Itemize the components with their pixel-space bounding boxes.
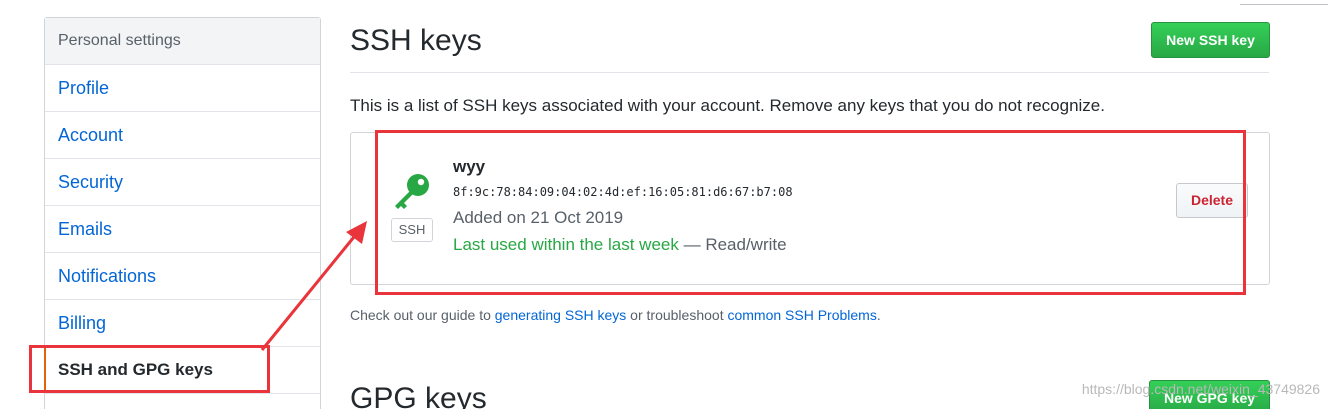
ssh-keys-title: SSH keys bbox=[350, 24, 482, 57]
top-divider bbox=[1240, 4, 1328, 5]
sidebar-item-notifications[interactable]: Notifications bbox=[45, 253, 320, 300]
sidebar-item-account[interactable]: Account bbox=[45, 112, 320, 159]
guide-prefix: Check out our guide to bbox=[350, 307, 495, 323]
common-ssh-problems-link[interactable]: common SSH Problems bbox=[727, 307, 876, 323]
watermark: https://blog.csdn.net/weixin_43749826 bbox=[1081, 381, 1320, 397]
generating-ssh-keys-link[interactable]: generating SSH keys bbox=[495, 307, 627, 323]
guide-suffix: . bbox=[876, 307, 881, 323]
ssh-guide-text: Check out our guide to generating SSH ke… bbox=[350, 307, 881, 323]
ssh-keys-description: This is a list of SSH keys associated wi… bbox=[350, 96, 1105, 115]
annotation-box-nav bbox=[29, 345, 270, 393]
gpg-keys-title: GPG keys bbox=[350, 382, 487, 409]
title-divider bbox=[350, 72, 1269, 73]
sidebar-item-billing[interactable]: Billing bbox=[45, 300, 320, 347]
sidebar-item-profile[interactable]: Profile bbox=[45, 65, 320, 112]
sidebar-header: Personal settings bbox=[45, 18, 320, 65]
guide-middle: or troubleshoot bbox=[626, 307, 728, 323]
sidebar-item-emails[interactable]: Emails bbox=[45, 206, 320, 253]
new-ssh-key-button[interactable]: New SSH key bbox=[1151, 22, 1270, 58]
annotation-box-key bbox=[375, 130, 1246, 295]
settings-page: Personal settings Profile Account Securi… bbox=[0, 0, 1328, 409]
sidebar-item-security[interactable]: Security bbox=[45, 159, 320, 206]
